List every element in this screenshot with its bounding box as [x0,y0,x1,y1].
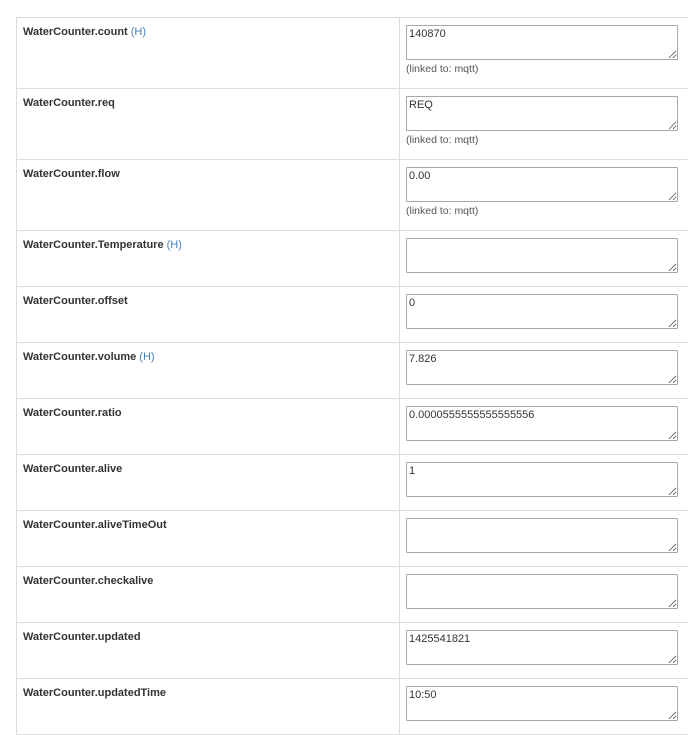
reading-value-cell: 1425541821 [400,623,688,679]
linked-note: (linked to: mqtt) [406,205,688,217]
reading-name: WaterCounter.aliveTimeOut [23,519,167,531]
reading-label-cell: WaterCounter.checkalive [17,567,400,623]
history-link[interactable]: (H) [139,351,154,363]
readings-table: WaterCounter.count(H)140870(linked to: m… [16,17,688,735]
reading-label-cell: WaterCounter.count(H) [17,18,400,89]
reading-row: WaterCounter.offset 0 [17,287,688,343]
reading-value-cell: 7.826 [400,343,688,399]
reading-label-cell: WaterCounter.volume(H) [17,343,400,399]
reading-label-cell: WaterCounter.flow [17,160,400,231]
reading-value-cell [400,511,688,567]
reading-name: WaterCounter.volume [23,351,136,363]
reading-value-input[interactable]: 1 [406,462,678,497]
reading-label-cell: WaterCounter.Temperature(H) [17,231,400,287]
reading-value-cell: 140870 (linked to: mqtt) [400,18,688,89]
history-link[interactable]: (H) [167,239,182,251]
reading-label-cell: WaterCounter.updated [17,623,400,679]
history-link[interactable]: (H) [131,26,146,38]
reading-value-input[interactable]: 1425541821 [406,630,678,665]
reading-value-input[interactable]: 7.826 [406,350,678,385]
reading-label-cell: WaterCounter.updatedTime [17,679,400,735]
reading-name: WaterCounter.req [23,97,115,109]
reading-name: WaterCounter.updatedTime [23,687,166,699]
reading-row: WaterCounter.count(H)140870(linked to: m… [17,18,688,89]
reading-row: WaterCounter.flow 0.00 (linked to: mqtt) [17,160,688,231]
reading-row: WaterCounter.Temperature(H) [17,231,688,287]
reading-value-input[interactable]: 0.0000555555555555556 [406,406,678,441]
reading-label-cell: WaterCounter.req [17,89,400,160]
reading-row: WaterCounter.checkalive [17,567,688,623]
reading-name: WaterCounter.checkalive [23,575,153,587]
linked-note: (linked to: mqtt) [406,63,688,75]
reading-value-cell: 1 [400,455,688,511]
reading-label-cell: WaterCounter.aliveTimeOut [17,511,400,567]
reading-value-cell: 0 [400,287,688,343]
reading-row: WaterCounter.aliveTimeOut [17,511,688,567]
reading-value-input[interactable]: 10:50 [406,686,678,721]
reading-name: WaterCounter.alive [23,463,122,475]
reading-value-cell: 0.0000555555555555556 [400,399,688,455]
reading-name: WaterCounter.Temperature [23,239,164,251]
reading-label-cell: WaterCounter.alive [17,455,400,511]
reading-value-cell: 0.00 (linked to: mqtt) [400,160,688,231]
reading-value-cell: REQ (linked to: mqtt) [400,89,688,160]
reading-value-cell [400,567,688,623]
reading-row: WaterCounter.req REQ (linked to: mqtt) [17,89,688,160]
reading-value-cell: 10:50 [400,679,688,735]
reading-value-cell [400,231,688,287]
reading-label-cell: WaterCounter.offset [17,287,400,343]
reading-value-input[interactable]: 140870 [406,25,678,60]
reading-row: WaterCounter.volume(H)7.826 [17,343,688,399]
reading-name: WaterCounter.flow [23,168,120,180]
reading-name: WaterCounter.offset [23,295,128,307]
reading-value-input[interactable]: REQ [406,96,678,131]
reading-name: WaterCounter.count [23,26,128,38]
reading-value-input[interactable] [406,238,678,273]
reading-value-input[interactable] [406,518,678,553]
readings-body: WaterCounter.count(H)140870(linked to: m… [17,18,688,735]
reading-label-cell: WaterCounter.ratio [17,399,400,455]
reading-value-input[interactable] [406,574,678,609]
reading-row: WaterCounter.ratio 0.0000555555555555556 [17,399,688,455]
reading-value-input[interactable]: 0.00 [406,167,678,202]
linked-note: (linked to: mqtt) [406,134,688,146]
reading-row: WaterCounter.updatedTime 10:50 [17,679,688,735]
reading-name: WaterCounter.ratio [23,407,122,419]
reading-row: WaterCounter.alive 1 [17,455,688,511]
reading-value-input[interactable]: 0 [406,294,678,329]
reading-row: WaterCounter.updated 1425541821 [17,623,688,679]
reading-name: WaterCounter.updated [23,631,141,643]
